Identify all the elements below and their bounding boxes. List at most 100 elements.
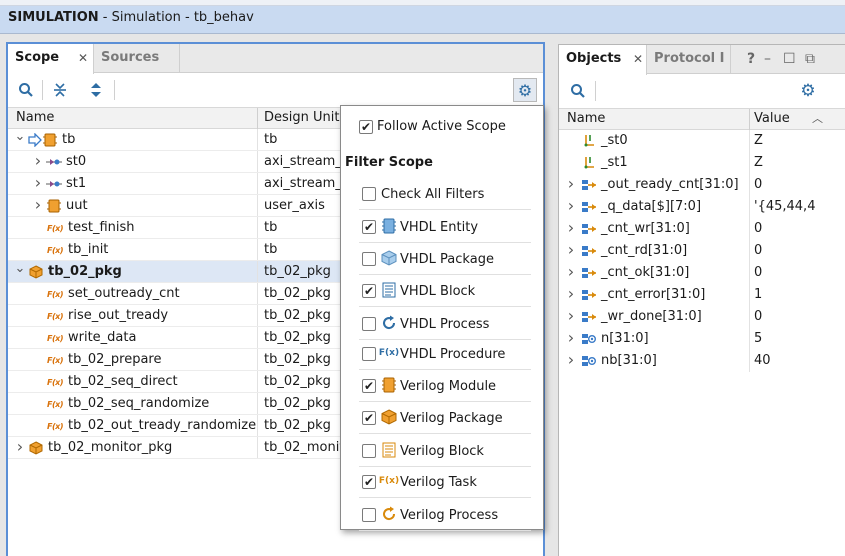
object-name: _q_data[$][7:0] <box>601 199 702 214</box>
scope-row-name: tb <box>62 132 76 147</box>
chevron-right-icon[interactable]: › <box>565 306 577 326</box>
option-separator <box>359 369 531 370</box>
chevron-right-icon[interactable]: › <box>32 151 44 171</box>
tab-objects[interactable]: Objects ✕ <box>559 45 647 75</box>
filter-option[interactable]: ✔ VHDL Block <box>341 276 543 307</box>
filter-option[interactable]: ✔ Verilog Module <box>341 371 543 402</box>
follow-active-scope-option[interactable]: ✔ Follow Active Scope <box>341 112 543 142</box>
column-divider[interactable] <box>749 109 750 131</box>
scope-row-name: write_data <box>68 330 137 345</box>
toolbar-separator <box>42 80 43 100</box>
close-icon[interactable]: ✕ <box>633 52 643 66</box>
filter-option-checkbox[interactable]: ✔ <box>362 379 376 393</box>
chevron-right-icon[interactable]: › <box>565 174 577 194</box>
filter-option-checkbox[interactable] <box>362 187 376 201</box>
column-divider <box>257 195 258 216</box>
column-divider <box>749 262 750 284</box>
chevron-right-icon[interactable]: › <box>32 195 44 215</box>
filter-option-checkbox[interactable] <box>362 317 376 331</box>
scope-row-design-unit: tb_02_pkg <box>264 264 331 279</box>
scope-row-design-unit: tb <box>264 132 278 147</box>
chevron-right-icon[interactable]: › <box>565 350 577 370</box>
collapse-all-icon[interactable] <box>50 80 70 100</box>
chevron-right-icon[interactable]: › <box>565 218 577 238</box>
filter-option-checkbox[interactable] <box>362 444 376 458</box>
filter-option-checkbox[interactable]: ✔ <box>362 475 376 489</box>
column-header-value[interactable]: Value <box>754 111 790 126</box>
chevron-right-icon[interactable]: › <box>14 437 26 457</box>
tab-sources[interactable]: Sources <box>94 44 180 73</box>
chevron-right-icon[interactable]: › <box>565 328 577 348</box>
filter-option-checkbox[interactable] <box>362 508 376 522</box>
search-icon[interactable] <box>16 80 36 100</box>
filter-option[interactable]: ✔ VHDL Entity <box>341 212 543 243</box>
verilog-package-icon <box>381 409 397 425</box>
filter-option[interactable]: F(x) VHDL Procedure <box>341 339 543 370</box>
object-row[interactable]: _st1 Z <box>559 152 845 174</box>
filter-option-checkbox[interactable]: ✔ <box>362 284 376 298</box>
help-icon[interactable]: ? <box>747 50 755 68</box>
object-row[interactable]: _st0 Z <box>559 130 845 152</box>
column-divider[interactable] <box>257 108 258 130</box>
settings-gear-button[interactable]: ⚙ <box>513 78 537 102</box>
column-divider <box>257 393 258 414</box>
expand-all-icon[interactable] <box>86 80 106 100</box>
function-icon: F(x) <box>47 399 63 409</box>
object-row[interactable]: › n[31:0] 5 <box>559 328 845 350</box>
filter-option[interactable]: VHDL Package <box>341 244 543 275</box>
column-divider <box>257 173 258 194</box>
chevron-right-icon[interactable]: › <box>565 284 577 304</box>
search-icon[interactable] <box>568 81 588 101</box>
tab-scope[interactable]: Scope ✕ <box>8 44 94 74</box>
column-header-name[interactable]: Name <box>567 111 605 126</box>
vhdl-block-icon <box>381 282 397 298</box>
filter-option-label: Verilog Package <box>400 411 503 426</box>
column-header-name[interactable]: Name <box>16 110 54 125</box>
package-icon <box>28 265 44 279</box>
follow-active-scope-checkbox[interactable]: ✔ <box>359 120 373 134</box>
option-separator <box>359 497 531 498</box>
chevron-right-icon[interactable]: › <box>565 240 577 260</box>
object-row[interactable]: › _cnt_rd[31:0] 0 <box>559 240 845 262</box>
filter-option[interactable]: ✔ F(x) Verilog Task <box>341 467 543 498</box>
close-icon[interactable]: ✕ <box>78 51 88 65</box>
filter-option-label: Verilog Process <box>400 508 499 523</box>
column-header-design-unit[interactable]: Design Unit <box>264 110 339 125</box>
tab-protocol[interactable]: Protocol I <box>647 45 731 74</box>
scroll-up-icon[interactable]: ︿ <box>812 110 823 126</box>
filter-option[interactable]: Check All Filters <box>341 179 543 210</box>
scope-row-design-unit: tb_02_pkg <box>264 374 331 389</box>
title-prefix: SIMULATION <box>8 10 99 25</box>
filter-option-checkbox[interactable]: ✔ <box>362 220 376 234</box>
object-row[interactable]: › _q_data[$][7:0] '{45,44,4 <box>559 196 845 218</box>
filter-option[interactable]: ✔ Verilog Package <box>341 403 543 434</box>
maximize-icon[interactable]: ☐ <box>783 50 796 68</box>
object-row[interactable]: › _cnt_wr[31:0] 0 <box>559 218 845 240</box>
object-row[interactable]: › _cnt_error[31:0] 1 <box>559 284 845 306</box>
gear-icon[interactable]: ⚙ <box>798 81 818 101</box>
filter-option[interactable]: Verilog Block <box>341 436 543 467</box>
object-row[interactable]: › _wr_done[31:0] 0 <box>559 306 845 328</box>
scope-tab-bar: Scope ✕ Sources <box>8 44 543 74</box>
function-icon: F(x) <box>47 245 63 255</box>
chevron-right-icon[interactable]: › <box>565 262 577 282</box>
filter-option[interactable]: Verilog Process <box>341 500 543 531</box>
filter-option-checkbox[interactable]: ✔ <box>362 411 376 425</box>
minimize-icon[interactable]: – <box>764 50 771 68</box>
scope-row-design-unit: tb_02_monit <box>264 440 345 455</box>
filter-option[interactable]: VHDL Process <box>341 309 543 340</box>
object-row[interactable]: › _out_ready_cnt[31:0] 0 <box>559 174 845 196</box>
float-icon[interactable]: ⧉ <box>805 50 815 68</box>
chevron-down-icon[interactable]: ⌄ <box>14 129 26 147</box>
filter-option-checkbox[interactable] <box>362 347 376 361</box>
object-row[interactable]: › _cnt_ok[31:0] 0 <box>559 262 845 284</box>
option-separator <box>359 306 531 307</box>
chevron-right-icon[interactable]: › <box>32 173 44 193</box>
object-name: n[31:0] <box>601 331 649 346</box>
chevron-right-icon[interactable]: › <box>565 196 577 216</box>
filter-option-label: VHDL Entity <box>400 220 479 235</box>
chevron-down-icon[interactable]: ⌄ <box>14 261 26 279</box>
object-row[interactable]: › nb[31:0] 40 <box>559 350 845 372</box>
filter-option-checkbox[interactable] <box>362 252 376 266</box>
column-divider <box>257 261 258 282</box>
